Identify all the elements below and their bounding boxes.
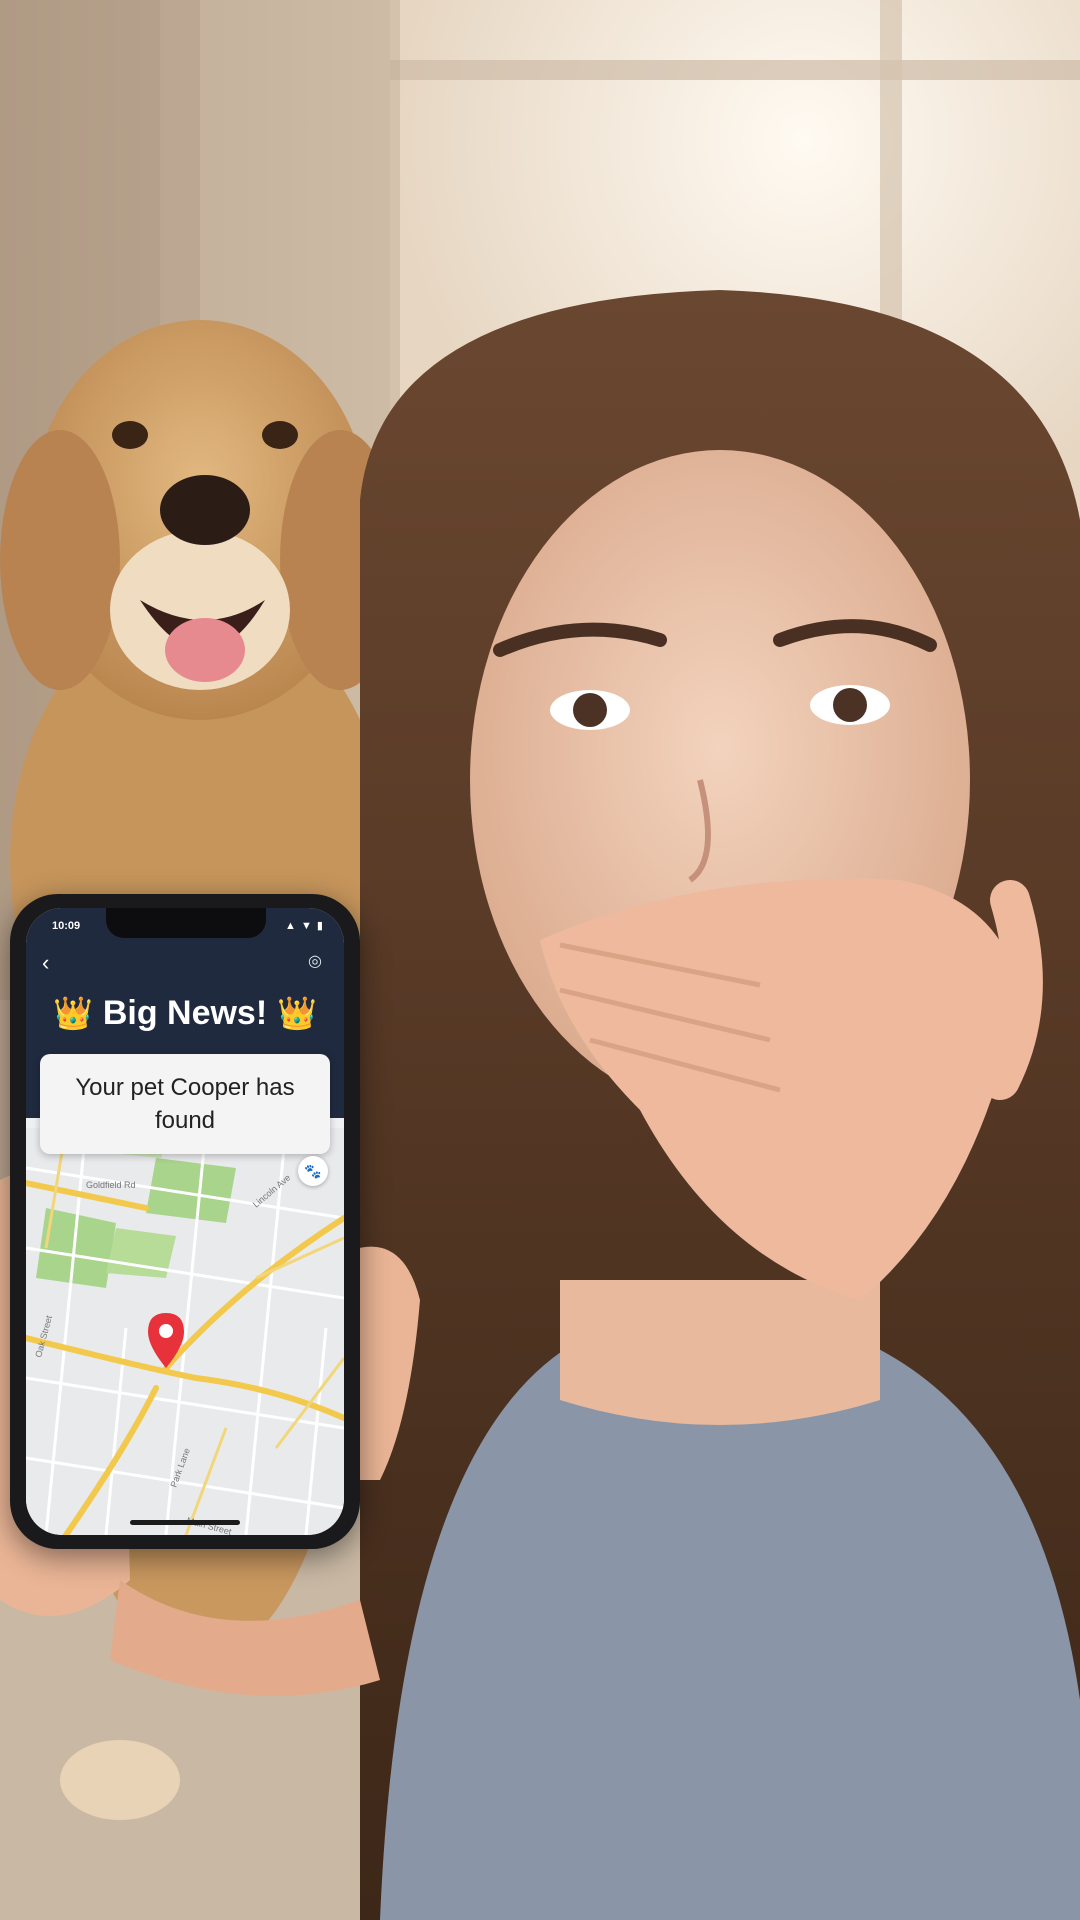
phone-screen: 10:09 ▲ ▼ ▮ ‹ ◎ 👑 Big News! 👑 Your pet C…	[26, 908, 344, 1535]
status-icons: ▲ ▼ ▮	[285, 920, 324, 932]
chevron-left-icon[interactable]: ‹	[42, 952, 49, 974]
map-view[interactable]: Goldfield Rd Lincoln Ave Oak Street Park…	[26, 1127, 344, 1535]
page-title: Big News!	[102, 993, 268, 1032]
smartphone: 10:09 ▲ ▼ ▮ ‹ ◎ 👑 Big News! 👑 Your pet C…	[10, 894, 360, 1549]
title-row: 👑 Big News! 👑	[26, 988, 344, 1038]
woman-illustration	[360, 290, 1080, 1920]
phone-notch	[106, 908, 266, 938]
crown-icon: 👑	[277, 995, 318, 1031]
map-street-label: Goldfield Rd	[86, 1180, 136, 1190]
status-time: 10:09	[52, 920, 81, 932]
notification-message: Your pet Cooper has found	[40, 1054, 330, 1154]
settings-icon[interactable]: ◎	[308, 954, 322, 970]
crown-icon: 👑	[52, 995, 93, 1031]
home-indicator[interactable]	[130, 1520, 240, 1525]
pet-icon[interactable]: 🐾	[298, 1156, 328, 1186]
